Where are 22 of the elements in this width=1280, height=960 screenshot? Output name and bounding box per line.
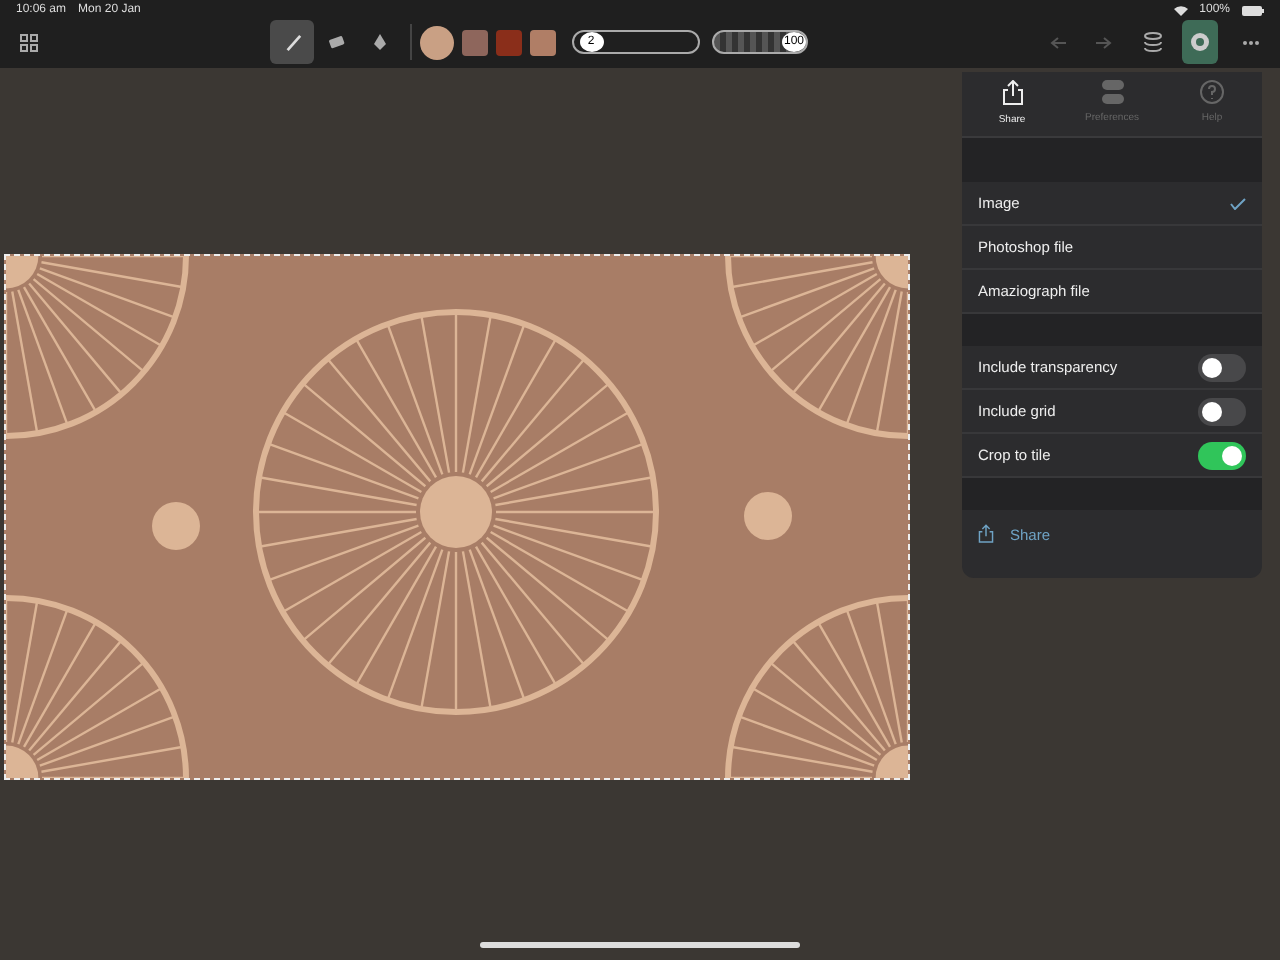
- toggle-switch[interactable]: [1198, 441, 1246, 469]
- share-icon: [1001, 80, 1023, 106]
- more-icon[interactable]: [1242, 39, 1260, 45]
- grid-icon[interactable]: [20, 33, 38, 51]
- color-swatch[interactable]: [420, 25, 454, 59]
- switches-icon: [1101, 80, 1123, 104]
- battery-icon: [1242, 5, 1264, 15]
- tool-button[interactable]: [270, 20, 314, 64]
- wifi-icon: [1173, 5, 1188, 15]
- color-swatch[interactable]: [462, 29, 488, 55]
- help-icon: [1200, 80, 1224, 104]
- toggle-switch[interactable]: [1198, 353, 1246, 381]
- color-swatch[interactable]: [530, 29, 556, 55]
- layers-icon[interactable]: [1144, 32, 1162, 52]
- tile-icon: [1190, 32, 1210, 52]
- paint-bucket-icon: [372, 33, 388, 51]
- color-swatch[interactable]: [496, 29, 522, 55]
- eraser-icon: [327, 35, 345, 49]
- pattern-button[interactable]: [1182, 20, 1218, 64]
- brush-icon: [283, 33, 301, 51]
- share-icon: [978, 524, 994, 544]
- toggle-switch[interactable]: [1198, 397, 1246, 425]
